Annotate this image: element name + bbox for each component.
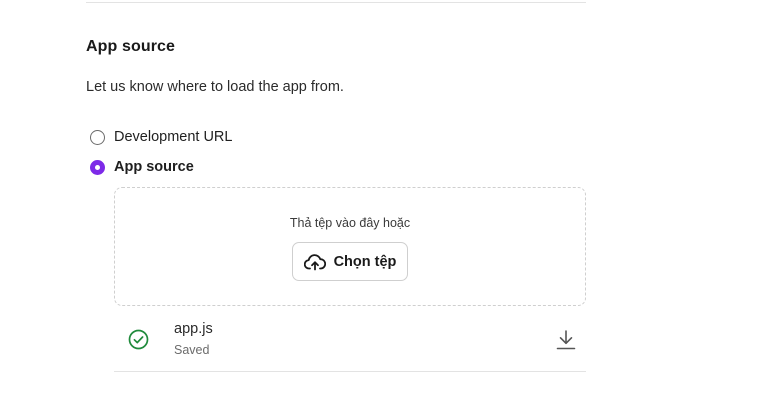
download-button[interactable] [554, 328, 578, 352]
section-title: App source [86, 38, 176, 55]
section-description: Let us know where to load the app from. [86, 79, 344, 95]
file-name: app.js [174, 321, 213, 337]
top-divider [86, 2, 586, 3]
radio-button-checked[interactable] [90, 159, 105, 175]
check-circle-icon [128, 329, 149, 355]
file-status: Saved [174, 343, 210, 357]
app-source-panel: App source Let us know where to load the… [0, 0, 777, 407]
choose-file-button[interactable]: Chọn tệp [292, 242, 408, 281]
download-icon [556, 330, 576, 350]
radio-option-app-source[interactable]: App source [90, 159, 194, 175]
uploaded-file-row: app.js Saved [114, 318, 586, 372]
dropzone-hint: Thả tệp vào đây hoặc [289, 216, 411, 230]
cloud-upload-icon [303, 253, 326, 271]
radio-label-app-source: App source [114, 159, 194, 175]
radio-button-unchecked[interactable] [90, 129, 105, 145]
radio-label-development-url: Development URL [114, 129, 233, 145]
bottom-divider [114, 371, 586, 372]
radio-option-development-url[interactable]: Development URL [90, 129, 232, 145]
file-dropzone[interactable]: Thả tệp vào đây hoặc Chọn tệp [114, 187, 586, 306]
choose-file-label: Chọn tệp [333, 253, 397, 270]
